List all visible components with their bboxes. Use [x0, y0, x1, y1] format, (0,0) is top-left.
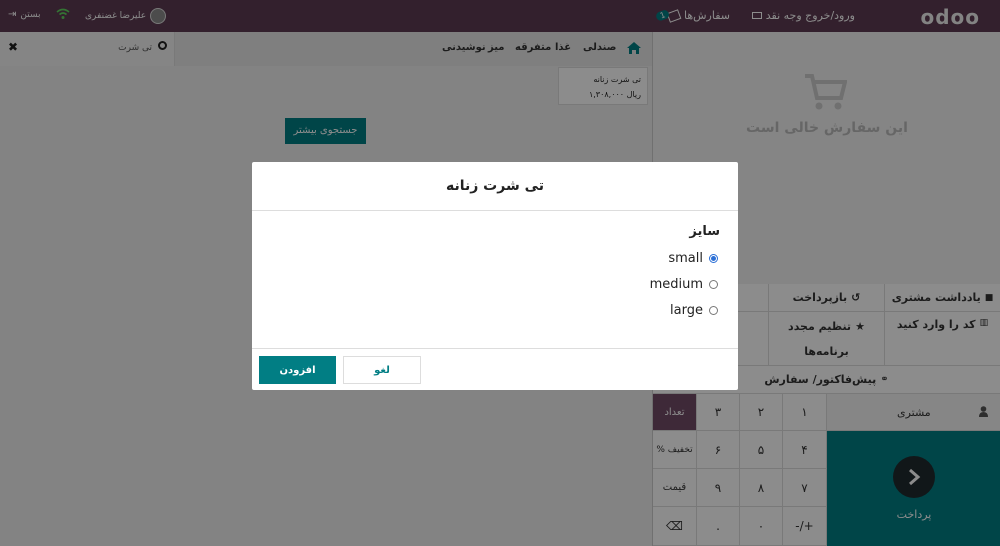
- option-small-label: small: [668, 251, 703, 266]
- option-medium[interactable]: medium: [650, 277, 718, 292]
- radio-selected-icon[interactable]: [709, 254, 718, 263]
- radio-icon[interactable]: [709, 306, 718, 315]
- dialog-footer: لغو افزودن: [252, 348, 738, 390]
- radio-icon[interactable]: [709, 280, 718, 289]
- cancel-button[interactable]: لغو: [343, 356, 421, 384]
- attribute-name: سایز: [689, 224, 720, 239]
- option-large-label: large: [670, 303, 703, 318]
- dialog-title: تی شرت زنانه: [252, 162, 738, 211]
- add-button[interactable]: افزودن: [259, 356, 336, 384]
- product-configurator-dialog: تی شرت زنانه سایز small medium large لغو…: [252, 162, 738, 390]
- option-large[interactable]: large: [670, 303, 718, 318]
- option-small[interactable]: small: [668, 251, 718, 266]
- option-medium-label: medium: [649, 277, 703, 292]
